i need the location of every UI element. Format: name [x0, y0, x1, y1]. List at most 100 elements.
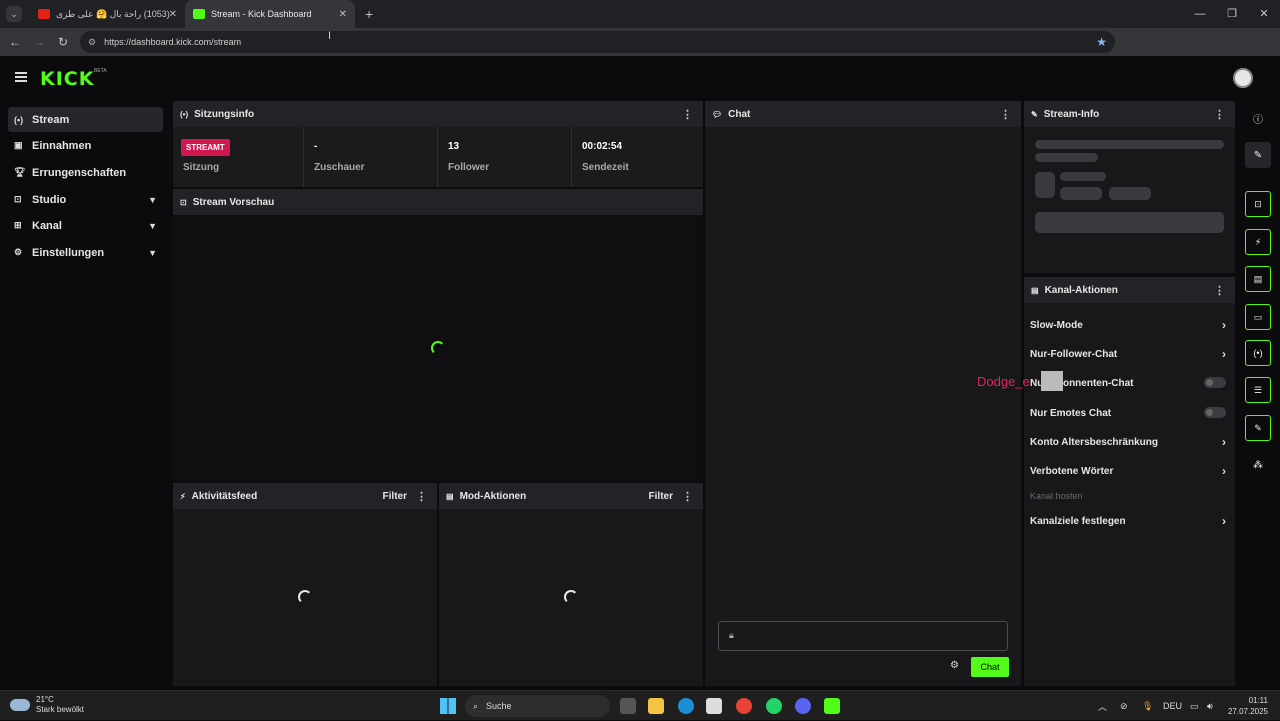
- stream-info-panel: ✎ Stream-Info ⋮: [1024, 101, 1235, 273]
- chevron-right-icon: ›: [1222, 464, 1226, 478]
- discord-icon[interactable]: [795, 698, 811, 714]
- tray-network-icon[interactable]: ⊘: [1120, 691, 1128, 721]
- taskbar-search[interactable]: ⌕ Suche: [465, 695, 610, 717]
- emotes-chat-toggle[interactable]: [1204, 407, 1226, 418]
- subscriber-chat-toggle[interactable]: [1204, 377, 1226, 388]
- clock-time: 01:11: [1248, 696, 1268, 705]
- panel-title: Mod-Aktionen: [459, 490, 527, 502]
- panel-header: ✎ Stream-Info ⋮: [1024, 101, 1235, 127]
- sidebar-item-studio[interactable]: ⊡ Studio ▼: [8, 187, 163, 212]
- info-icon[interactable]: ⓘ: [1245, 105, 1271, 131]
- action-banned-words[interactable]: Verbotene Wörter ›: [1030, 461, 1226, 481]
- task-view-icon[interactable]: [620, 698, 636, 714]
- edge-icon[interactable]: [678, 698, 694, 714]
- store-icon[interactable]: [706, 698, 722, 714]
- reload-button[interactable]: ↻: [51, 35, 75, 49]
- menu-dots-icon[interactable]: ⋮: [416, 490, 427, 503]
- minimize-button[interactable]: —: [1184, 0, 1216, 28]
- broadcast-icon: (•): [180, 109, 189, 119]
- chevron-down-icon: ▼: [148, 247, 157, 258]
- chevron-down-icon: ▼: [148, 220, 157, 231]
- address-bar[interactable]: ⚙ https://dashboard.kick.com/stream ★: [80, 31, 1115, 53]
- tab-youtube[interactable]: (1053) راحة بال 🤗 علی طزی ✕: [30, 0, 185, 28]
- wrench-icon[interactable]: ✎: [1245, 415, 1271, 441]
- taskbar-clock[interactable]: 01:11 27.07.2025: [1228, 695, 1268, 717]
- chat-input[interactable]: 🔒︎: [718, 621, 1008, 651]
- whatsapp-icon[interactable]: [766, 698, 782, 714]
- sidebar-item-errungenschaften[interactable]: 🏆︎ Errungenschaften: [8, 160, 163, 185]
- weather-widget[interactable]: 21°C Stark bewölkt: [10, 695, 84, 715]
- close-window-button[interactable]: ✕: [1248, 0, 1280, 28]
- skeleton-thumb: [1035, 172, 1055, 198]
- windows-taskbar: 21°C Stark bewölkt ⌕ Suche ︿ ⊘ 🎙︎ DEU ▭ …: [0, 690, 1280, 720]
- menu-dots-icon[interactable]: ⋮: [1000, 108, 1011, 121]
- broadcast-icon[interactable]: (•): [1245, 340, 1271, 366]
- sidebar-item-einstellungen[interactable]: ⚙ Einstellungen ▼: [8, 240, 163, 265]
- close-icon[interactable]: ✕: [339, 9, 347, 20]
- maximize-button[interactable]: ❐: [1216, 0, 1248, 28]
- microphone-icon[interactable]: 🎙︎: [1142, 691, 1153, 721]
- menu-dots-icon[interactable]: ⋮: [682, 108, 693, 121]
- gear-icon[interactable]: ⚙: [950, 660, 959, 671]
- action-label: Kanal hosten: [1030, 491, 1083, 501]
- lightning-icon[interactable]: ⚡︎: [1245, 229, 1271, 255]
- tray-chevron-icon[interactable]: ︿: [1098, 691, 1107, 721]
- action-label: Konto Altersbeschränkung: [1030, 436, 1158, 448]
- kick-app-icon[interactable]: [824, 698, 840, 714]
- display-icon[interactable]: ▭: [1190, 691, 1199, 721]
- action-label: Nur-Follower-Chat: [1030, 348, 1118, 360]
- sidebar-item-einnahmen[interactable]: ▣ Einnahmen: [8, 133, 163, 158]
- stat-label: Zuschauer: [314, 162, 365, 173]
- site-info-icon[interactable]: ⚙: [88, 37, 96, 48]
- sidebar-item-stream[interactable]: (•) Stream: [8, 107, 163, 132]
- bookmark-star-icon[interactable]: ★: [1096, 35, 1107, 49]
- action-channel-goals[interactable]: Kanalziele festlegen ›: [1030, 511, 1226, 531]
- action-follower-chat[interactable]: Nur-Follower-Chat ›: [1030, 344, 1226, 364]
- close-icon[interactable]: ✕: [169, 9, 177, 20]
- menu-dots-icon[interactable]: ⋮: [1214, 108, 1225, 121]
- back-button[interactable]: ←: [3, 35, 27, 49]
- filter-button[interactable]: Filter: [383, 491, 407, 502]
- kick-logo[interactable]: KICK: [40, 68, 94, 90]
- stat-stream-time: 00:02:54 Sendezeit: [572, 127, 703, 187]
- loading-spinner-icon: [431, 341, 445, 355]
- more-icon[interactable]: ⁂: [1245, 452, 1271, 478]
- volume-icon[interactable]: 🔊︎: [1207, 691, 1213, 721]
- edit-icon[interactable]: ✎: [1245, 142, 1271, 168]
- tab-kick-dashboard[interactable]: Stream - Kick Dashboard ✕: [185, 0, 355, 28]
- mod-icon: ▤: [446, 491, 454, 501]
- action-label: Kanalziele festlegen: [1030, 515, 1126, 527]
- channel-icon: ⊞: [14, 220, 22, 230]
- sidebar-item-label: Einnahmen: [32, 139, 92, 152]
- avatar[interactable]: [1233, 68, 1253, 88]
- hamburger-menu-icon[interactable]: [15, 72, 27, 82]
- preview-icon[interactable]: ⊡: [1245, 191, 1271, 217]
- stat-value: -: [314, 141, 318, 152]
- sidebar-item-kanal[interactable]: ⊞ Kanal ▼: [8, 213, 163, 238]
- studio-icon: ⊡: [14, 194, 22, 204]
- windows-start-icon[interactable]: [440, 698, 456, 714]
- tab-search-icon[interactable]: ⌄: [6, 6, 22, 22]
- sidebar: (•) Stream ▣ Einnahmen 🏆︎ Errungenschaft…: [0, 100, 172, 690]
- channel-actions-icon[interactable]: ☰: [1245, 377, 1271, 403]
- filter-button[interactable]: Filter: [649, 491, 673, 502]
- panel-header: ▤ Mod-Aktionen Filter ⋮: [439, 483, 703, 509]
- menu-dots-icon[interactable]: ⋮: [1214, 284, 1225, 297]
- url-text: https://dashboard.kick.com/stream: [104, 37, 242, 47]
- chrome-icon[interactable]: [736, 698, 752, 714]
- sidebar-item-label: Kanal: [32, 219, 62, 232]
- menu-dots-icon[interactable]: ⋮: [682, 490, 693, 503]
- language-indicator[interactable]: DEU: [1163, 691, 1182, 721]
- action-age-restriction[interactable]: Konto Altersbeschränkung ›: [1030, 432, 1226, 452]
- file-explorer-icon[interactable]: [648, 698, 664, 714]
- stat-session: STREAMT Sitzung: [173, 127, 304, 187]
- action-label: Verbotene Wörter: [1030, 465, 1114, 477]
- chat-send-button[interactable]: Chat: [971, 657, 1009, 677]
- new-tab-button[interactable]: +: [365, 6, 373, 22]
- sidebar-item-label: Einstellungen: [32, 246, 105, 259]
- weather-temp: 21°C: [36, 695, 54, 704]
- document-icon[interactable]: ▤: [1245, 266, 1271, 292]
- forward-button[interactable]: →: [27, 35, 51, 49]
- action-slow-mode[interactable]: Slow-Mode ›: [1030, 315, 1226, 335]
- chat-icon[interactable]: ▭: [1245, 304, 1271, 330]
